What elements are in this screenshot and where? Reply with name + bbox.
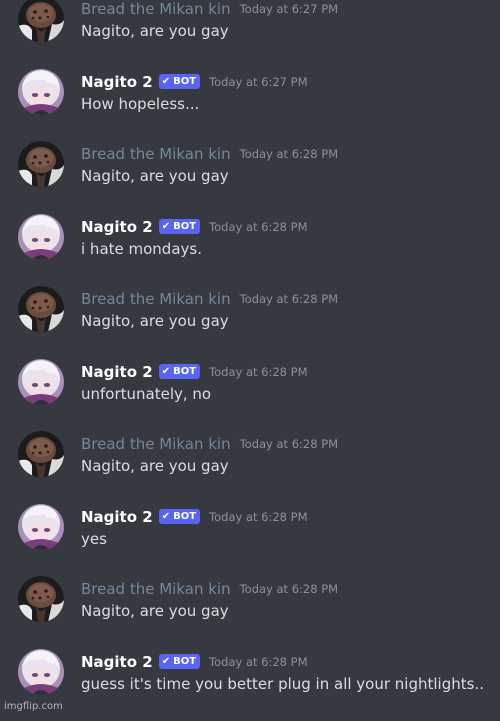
nagito-avatar-icon[interactable]	[18, 213, 64, 260]
chat-message: Bread the Mikan kin Today at 6:27 PM Nagit…	[0, 0, 500, 68]
nagito-avatar-icon[interactable]	[18, 68, 64, 115]
message-header: Nagito 2 ✔ BOT Today at 6:27 PM	[81, 71, 308, 93]
chat-message: Bread the Mikan kin Today at 6:28 PM Nagit…	[0, 576, 500, 648]
message-text: How hopeless...	[81, 94, 200, 113]
chat-message: Nagito 2 ✔ BOT Today at 6:28 PM unfortunatel…	[0, 358, 500, 431]
bread-avatar-icon[interactable]	[18, 431, 64, 477]
bot-badge-label: BOT	[173, 656, 197, 667]
username[interactable]: Nagito 2	[81, 217, 153, 237]
message-header: Bread the Mikan kin Today at 6:28 PM	[81, 433, 338, 455]
username[interactable]: Bread the Mikan kin	[81, 289, 231, 309]
bread-avatar-icon[interactable]	[18, 0, 64, 42]
chat-message: Bread the Mikan kin Today at 6:28 PM Nagit…	[0, 286, 500, 358]
nagito-avatar-icon[interactable]	[18, 503, 64, 550]
imgflip-watermark: imgflip.com	[4, 701, 63, 712]
timestamp: Today at 6:28 PM	[209, 509, 308, 524]
message-text: Nagito, are you gay	[81, 312, 229, 330]
chat-message: Nagito 2 ✔ BOT Today at 6:28 PM i hate monda…	[0, 213, 500, 286]
timestamp: Today at 6:28 PM	[209, 219, 308, 234]
username[interactable]: Bread the Mikan kin	[81, 579, 231, 599]
timestamp: Today at 6:28 PM	[239, 147, 339, 161]
bread-avatar-icon[interactable]	[18, 141, 64, 187]
message-text: i hate mondays.	[81, 239, 202, 258]
nagito-avatar-icon[interactable]	[18, 648, 64, 695]
bot-badge: ✔ BOT	[158, 509, 201, 524]
message-text: Nagito, are you gay	[81, 457, 229, 475]
message-text: Nagito, are you gay	[81, 22, 229, 40]
chat-message: Bread the Mikan kin Today at 6:28 PM Nagit…	[0, 141, 500, 213]
checkmark-icon: ✔	[161, 656, 171, 667]
nagito-avatar-icon[interactable]	[18, 358, 64, 405]
bot-badge: ✔ BOT	[158, 74, 201, 89]
chat-message: Nagito 2 ✔ BOT Today at 6:27 PM How hopeless…	[0, 68, 500, 141]
chat-message: Bread the Mikan kin Today at 6:28 PM Nagit…	[0, 431, 500, 503]
username[interactable]: Nagito 2	[81, 362, 153, 382]
message-header: Bread the Mikan kin Today at 6:28 PM	[81, 288, 338, 310]
timestamp: Today at 6:28 PM	[209, 654, 308, 669]
message-text: Nagito, are you gay	[81, 167, 229, 185]
chat-message: Nagito 2 ✔ BOT Today at 6:28 PM guess it's t…	[0, 648, 500, 721]
message-feed: Bread the Mikan kin Today at 6:27 PM Nagit…	[0, 0, 500, 714]
message-text: yes	[81, 529, 107, 548]
username[interactable]: Bread the Mikan kin	[81, 434, 231, 454]
checkmark-icon: ✔	[161, 366, 171, 377]
checkmark-icon: ✔	[161, 76, 171, 87]
bot-badge-label: BOT	[173, 366, 197, 377]
username[interactable]: Nagito 2	[81, 72, 153, 92]
username[interactable]: Nagito 2	[81, 652, 153, 672]
bot-badge-label: BOT	[173, 221, 197, 232]
bot-badge: ✔ BOT	[158, 364, 201, 379]
username[interactable]: Nagito 2	[81, 507, 153, 527]
message-header: Bread the Mikan kin Today at 6:28 PM	[81, 578, 338, 600]
bread-avatar-icon[interactable]	[18, 286, 64, 332]
message-text: Nagito, are you gay	[81, 602, 229, 620]
bread-avatar-icon[interactable]	[18, 576, 64, 622]
message-header: Nagito 2 ✔ BOT Today at 6:28 PM	[81, 216, 308, 238]
timestamp: Today at 6:27 PM	[239, 2, 339, 16]
timestamp: Today at 6:27 PM	[209, 74, 308, 89]
bot-badge-label: BOT	[173, 511, 197, 522]
bot-badge: ✔ BOT	[158, 654, 201, 669]
timestamp: Today at 6:28 PM	[239, 292, 339, 306]
message-header: Nagito 2 ✔ BOT Today at 6:28 PM	[81, 506, 308, 528]
timestamp: Today at 6:28 PM	[239, 437, 339, 451]
message-header: Bread the Mikan kin Today at 6:28 PM	[81, 143, 338, 165]
bot-badge-label: BOT	[173, 76, 197, 87]
message-header: Nagito 2 ✔ BOT Today at 6:28 PM	[81, 361, 308, 383]
bot-badge: ✔ BOT	[158, 219, 201, 234]
message-text: unfortunately, no	[81, 384, 212, 403]
chat-message: Nagito 2 ✔ BOT Today at 6:28 PM yes	[0, 503, 500, 576]
timestamp: Today at 6:28 PM	[209, 364, 308, 379]
message-header: Nagito 2 ✔ BOT Today at 6:28 PM	[81, 651, 308, 673]
message-text: guess it's time you better plug in all y…	[81, 674, 484, 693]
checkmark-icon: ✔	[161, 221, 171, 232]
timestamp: Today at 6:28 PM	[239, 582, 339, 596]
checkmark-icon: ✔	[161, 511, 171, 522]
username[interactable]: Bread the Mikan kin	[81, 144, 231, 164]
username[interactable]: Bread the Mikan kin	[81, 0, 231, 19]
message-header: Bread the Mikan kin Today at 6:27 PM	[81, 0, 338, 20]
